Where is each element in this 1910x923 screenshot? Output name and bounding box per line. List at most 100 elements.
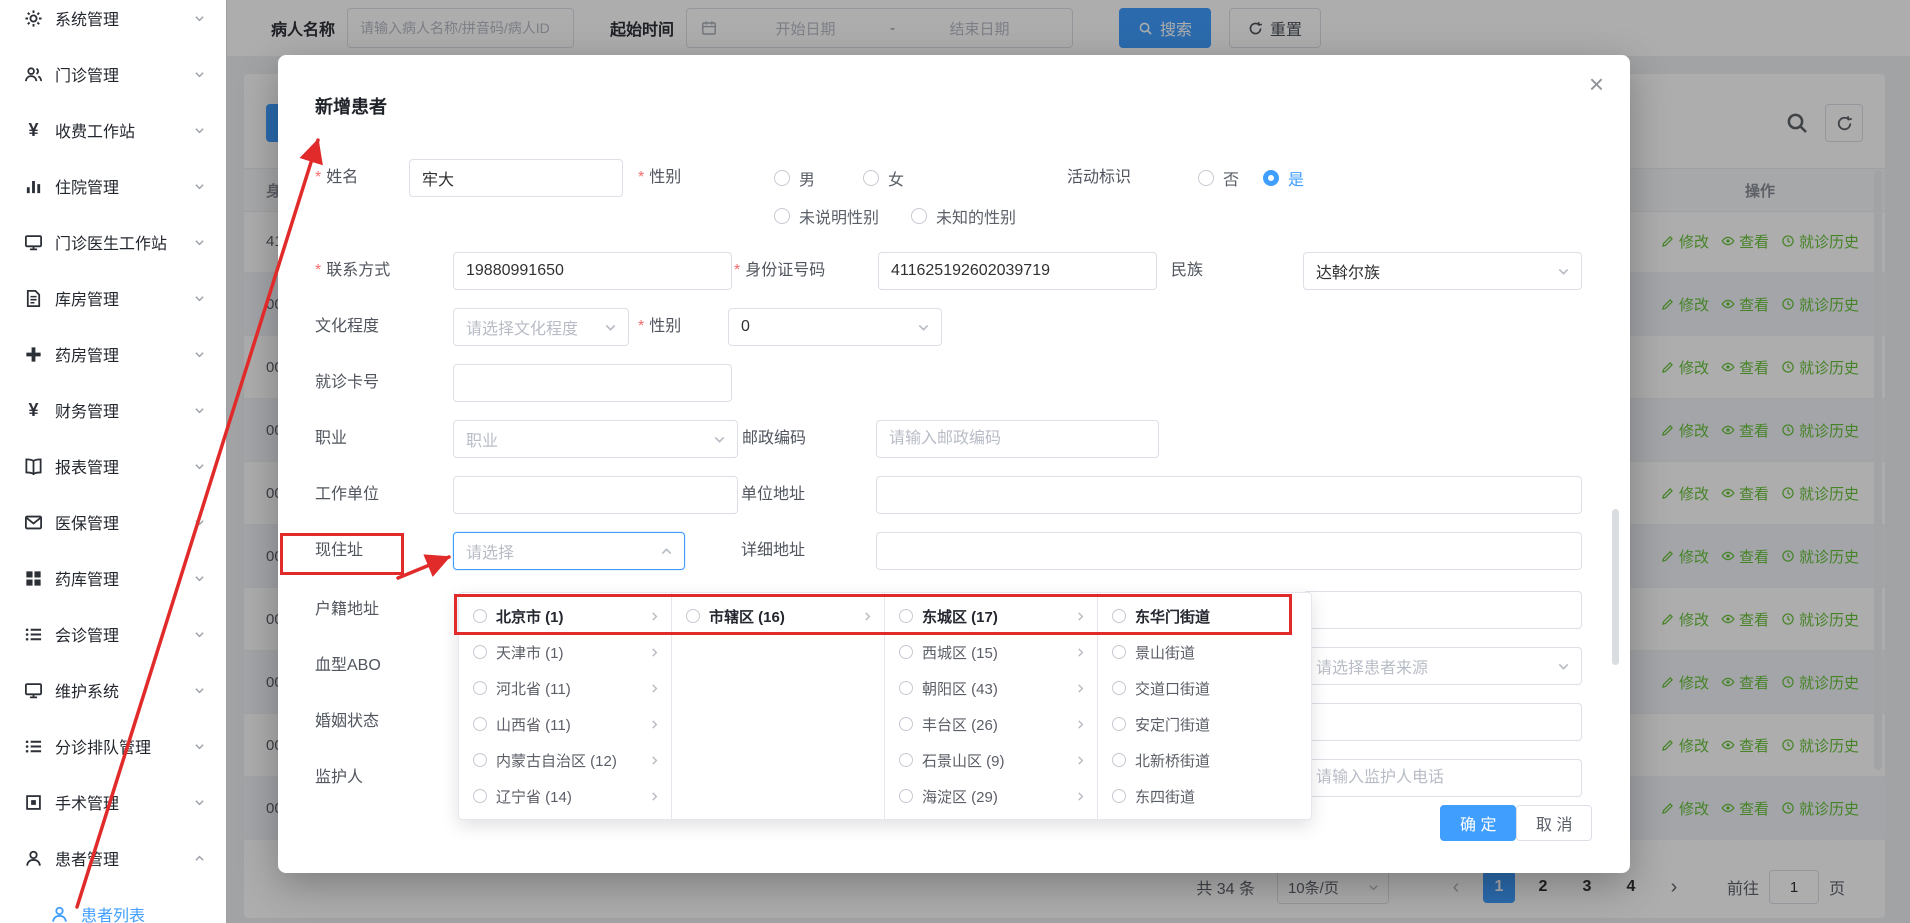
cascader-option-dongsi[interactable]: 东四街道 — [1098, 778, 1311, 814]
cascader-option-xicheng[interactable]: 西城区 (15) — [885, 634, 1097, 670]
chevron-down-icon — [193, 12, 206, 25]
radio-icon — [1112, 717, 1126, 731]
chevron-down-icon — [712, 432, 727, 447]
guardian-phone-input[interactable] — [1303, 759, 1582, 797]
cascader-option-neimenggu[interactable]: 内蒙古自治区 (12) — [459, 742, 671, 778]
postal-code-label: 邮政编码 — [742, 420, 806, 458]
sidebar-item-report[interactable]: 报表管理 — [0, 438, 226, 494]
blood-type-label: 血型ABO — [315, 647, 381, 685]
chevron-down-icon — [193, 796, 206, 809]
close-icon[interactable]: × — [1589, 71, 1604, 97]
confirm-button[interactable]: 确 定 — [1440, 805, 1516, 841]
sidebar-item-charge-station[interactable]: ¥收费工作站 — [0, 102, 226, 158]
sidebar-item-consultation[interactable]: 会诊管理 — [0, 606, 226, 662]
household-address-label: 户籍地址 — [315, 591, 379, 629]
monitor-icon — [24, 233, 43, 252]
cascader-option-hebei[interactable]: 河北省 (11) — [459, 670, 671, 706]
sidebar: 系统管理 门诊管理 ¥收费工作站 住院管理 门诊医生工作站 库房管理 药房管理 … — [0, 0, 227, 923]
cascader-option-jiaodaokou[interactable]: 交道口街道 — [1098, 670, 1311, 706]
cascader-option-beixinqiao[interactable]: 北新桥街道 — [1098, 742, 1311, 778]
unit-address-label: 单位地址 — [741, 476, 805, 514]
cascader-option-shanxi[interactable]: 山西省 (11) — [459, 706, 671, 742]
chevron-down-icon — [193, 460, 206, 473]
sidebar-item-drugstore[interactable]: 药库管理 — [0, 550, 226, 606]
radio-icon — [899, 681, 913, 695]
sidebar-item-finance[interactable]: ¥财务管理 — [0, 382, 226, 438]
postal-code-input[interactable] — [876, 420, 1159, 458]
radio-checked-icon — [1263, 170, 1279, 186]
radio-icon — [1112, 753, 1126, 767]
radio-icon — [1112, 681, 1126, 695]
education-select[interactable]: 请选择文化程度 — [453, 308, 629, 346]
cascader-option-jingshan[interactable]: 景山街道 — [1098, 634, 1311, 670]
list-icon — [24, 625, 43, 644]
gender-unstated-radio[interactable]: 未说明性别 — [774, 197, 879, 235]
chevron-right-icon — [1074, 610, 1087, 623]
cascader-option-shijingshan[interactable]: 石景山区 (9) — [885, 742, 1097, 778]
work-unit-input[interactable] — [453, 476, 738, 514]
sidebar-item-outpatient[interactable]: 门诊管理 — [0, 46, 226, 102]
radio-icon — [473, 789, 487, 803]
sidebar-item-surgery[interactable]: 手术管理 — [0, 774, 226, 830]
marital-row-input[interactable] — [1303, 703, 1582, 741]
cascader-option-liaoning[interactable]: 辽宁省 (14) — [459, 778, 671, 814]
chevron-down-icon — [1556, 264, 1571, 279]
gender2-select[interactable]: 0 — [728, 308, 942, 346]
bar-chart-icon — [24, 177, 43, 196]
marital-status-label: 婚姻状态 — [315, 703, 379, 741]
radio-icon — [911, 208, 927, 224]
patient-source-select[interactable]: 请选择患者来源 — [1303, 647, 1582, 685]
gender-unknown-radio[interactable]: 未知的性别 — [911, 197, 1016, 235]
cascader-option-fengtai[interactable]: 丰台区 (26) — [885, 706, 1097, 742]
cascader-option-chaoyang[interactable]: 朝阳区 (43) — [885, 670, 1097, 706]
cascader-option-andingmen[interactable]: 安定门街道 — [1098, 706, 1311, 742]
cascader-option-haidian[interactable]: 海淀区 (29) — [885, 778, 1097, 814]
name-input[interactable] — [409, 159, 623, 197]
radio-icon — [899, 717, 913, 731]
cascader-district-column: 东城区 (17) 西城区 (15) 朝阳区 (43) 丰台区 (26) 石景山区… — [885, 593, 1098, 819]
cascader-option-shixiaqu[interactable]: 市辖区 (16) — [672, 598, 884, 634]
cascader-city-column: 市辖区 (16) — [672, 593, 885, 819]
cascader-option-tianjin[interactable]: 天津市 (1) — [459, 634, 671, 670]
visit-card-input[interactable] — [453, 364, 732, 402]
gender-female-radio[interactable]: 女 — [863, 159, 904, 197]
gender-male-radio[interactable]: 男 — [774, 159, 815, 197]
sidebar-item-maintenance[interactable]: 维护系统 — [0, 662, 226, 718]
guardian-label: 监护人 — [315, 759, 363, 797]
chevron-down-icon — [193, 68, 206, 81]
sidebar-item-patient-list[interactable]: 患者列表 — [0, 886, 226, 923]
sidebar-item-outpatient-doctor[interactable]: 门诊医生工作站 — [0, 214, 226, 270]
users-icon — [24, 65, 43, 84]
sidebar-item-triage-queue[interactable]: 分诊排队管理 — [0, 718, 226, 774]
sidebar-item-inpatient[interactable]: 住院管理 — [0, 158, 226, 214]
sidebar-item-storeroom[interactable]: 库房管理 — [0, 270, 226, 326]
cascader-option-dongcheng[interactable]: 东城区 (17) — [885, 598, 1097, 634]
detail-address-label: 详细地址 — [741, 532, 805, 570]
active-flag-no-radio[interactable]: 否 — [1198, 159, 1239, 197]
cascader-option-donghuamen[interactable]: 东华门街道 — [1098, 598, 1311, 634]
occupation-select[interactable]: 职业 — [453, 420, 738, 458]
contact-input[interactable] — [453, 252, 732, 290]
radio-icon — [774, 170, 790, 186]
chevron-right-icon — [648, 790, 661, 803]
education-label: 文化程度 — [315, 308, 379, 346]
detail-address-input[interactable] — [876, 532, 1582, 570]
current-address-select[interactable]: 请选择 — [453, 532, 685, 570]
chevron-right-icon — [1074, 718, 1087, 731]
ethnicity-select[interactable]: 达斡尔族 — [1303, 252, 1582, 290]
cancel-button[interactable]: 取 消 — [1516, 805, 1592, 841]
chevron-right-icon — [1074, 682, 1087, 695]
sidebar-item-pharmacy[interactable]: 药房管理 — [0, 326, 226, 382]
modal-scrollbar[interactable] — [1612, 509, 1619, 665]
active-flag-yes-radio[interactable]: 是 — [1263, 159, 1304, 197]
cascader-option-beijing[interactable]: 北京市 (1) — [459, 598, 671, 634]
unit-address-input[interactable] — [876, 476, 1582, 514]
active-flag-label: 活动标识 — [1067, 159, 1131, 197]
sidebar-item-insurance[interactable]: 医保管理 — [0, 494, 226, 550]
user-icon — [50, 905, 69, 923]
household-row-input[interactable] — [1303, 591, 1582, 629]
sidebar-item-system[interactable]: 系统管理 — [0, 0, 226, 46]
sidebar-item-patient-management[interactable]: 患者管理 — [0, 830, 226, 886]
radio-icon — [899, 609, 913, 623]
id-number-input[interactable] — [878, 252, 1157, 290]
